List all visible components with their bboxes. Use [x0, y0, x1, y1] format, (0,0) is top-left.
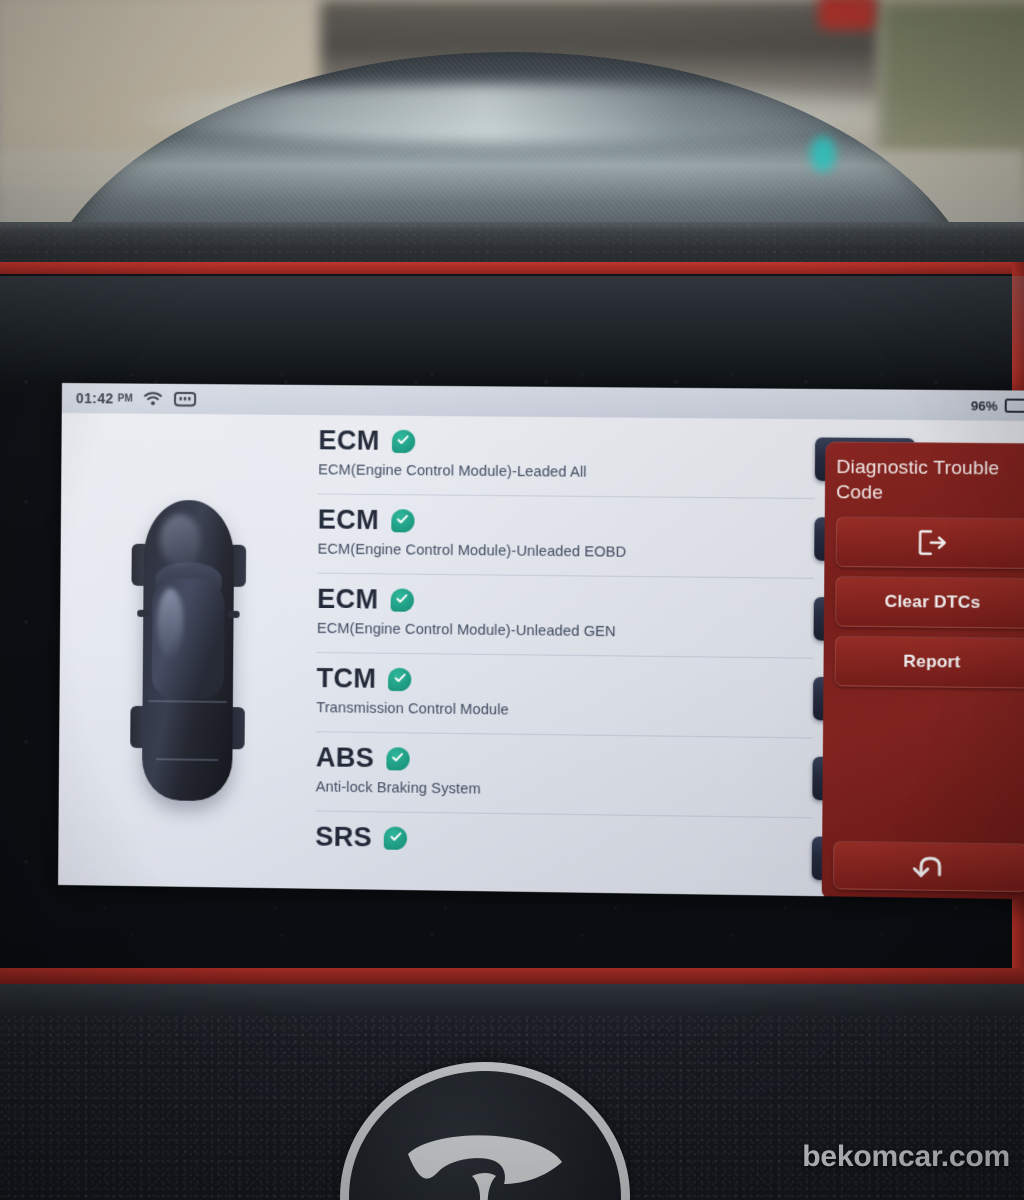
back-arrow-icon: [911, 853, 950, 880]
status-clock: 01:42: [75, 390, 114, 407]
photo-scene: 01:42 PM 96% ECM ECM(Engine Control Modu…: [0, 0, 1024, 1200]
diagnostic-trouble-code-panel: Diagnostic Trouble Code Clear DTCs Repor…: [821, 441, 1024, 900]
check-badge-icon: [390, 588, 414, 612]
lower-dashboard-lip: [0, 984, 1024, 1016]
vehicle-illustration-pane: [58, 413, 319, 889]
tablet-screen: 01:42 PM 96% ECM ECM(Engine Control Modu…: [58, 383, 1024, 900]
report-button[interactable]: Report: [834, 635, 1024, 689]
module-list: ECM ECM(Engine Control Module)-Leaded Al…: [314, 415, 816, 899]
battery-percent: 96%: [970, 397, 998, 414]
car-mirror: [227, 610, 240, 618]
list-item[interactable]: SRS: [314, 811, 813, 899]
module-description: ECM(Engine Control Module)-Unleaded EOBD: [317, 541, 627, 561]
list-item[interactable]: ABS Anti-lock Braking System: [315, 732, 813, 819]
module-name: ABS: [315, 742, 375, 774]
check-badge-icon: [391, 429, 416, 454]
list-item[interactable]: ECM ECM(Engine Control Module)-Leaded Al…: [317, 415, 816, 500]
back-button[interactable]: [833, 840, 1024, 893]
car-top-view-illustration: [128, 499, 249, 802]
tablet-red-trim-top: [0, 262, 1024, 274]
tablet-red-trim-bottom: [0, 968, 1024, 984]
vci-connector-icon: [173, 391, 197, 406]
wifi-icon: [143, 391, 162, 406]
clear-dtcs-button[interactable]: Clear DTCs: [835, 576, 1024, 629]
background-taillight: [818, 0, 878, 30]
screen-body: ECM ECM(Engine Control Module)-Leaded Al…: [58, 412, 1024, 900]
module-name: SRS: [315, 821, 373, 853]
status-clock-ampm: PM: [117, 392, 133, 405]
module-description: ECM(Engine Control Module)-Unleaded GEN: [316, 620, 616, 641]
check-badge-icon: [388, 667, 412, 692]
exit-button[interactable]: [835, 516, 1024, 570]
battery-icon: [1004, 398, 1024, 413]
check-badge-icon: [391, 509, 415, 533]
module-description: [315, 859, 812, 866]
module-name: TCM: [316, 662, 377, 694]
list-item[interactable]: TCM Transmission Control Module: [316, 652, 814, 739]
steering-wheel-highlight: [120, 84, 920, 144]
check-badge-icon: [386, 747, 410, 771]
module-name: ECM: [317, 504, 380, 536]
list-item[interactable]: ECM ECM(Engine Control Module)-Unleaded …: [317, 494, 815, 579]
panel-title: Diagnostic Trouble Code: [836, 456, 1000, 504]
steering-wheel-reflection: [810, 136, 836, 172]
module-description: Transmission Control Module: [316, 700, 509, 719]
check-badge-icon: [384, 826, 408, 850]
hyundai-logo: [340, 1062, 630, 1200]
module-description: ECM(Engine Control Module)-Leaded All: [318, 462, 587, 481]
module-description: Anti-lock Braking System: [315, 779, 481, 798]
car-highlight: [159, 513, 201, 567]
exit-icon: [917, 530, 948, 557]
module-name: ECM: [318, 425, 380, 456]
watermark: bekomcar.com: [802, 1140, 1010, 1173]
hyundai-logo-h: [408, 1135, 562, 1200]
car-mirror: [137, 609, 150, 617]
list-item[interactable]: ECM ECM(Engine Control Module)-Unleaded …: [316, 573, 815, 659]
module-name: ECM: [317, 583, 379, 615]
